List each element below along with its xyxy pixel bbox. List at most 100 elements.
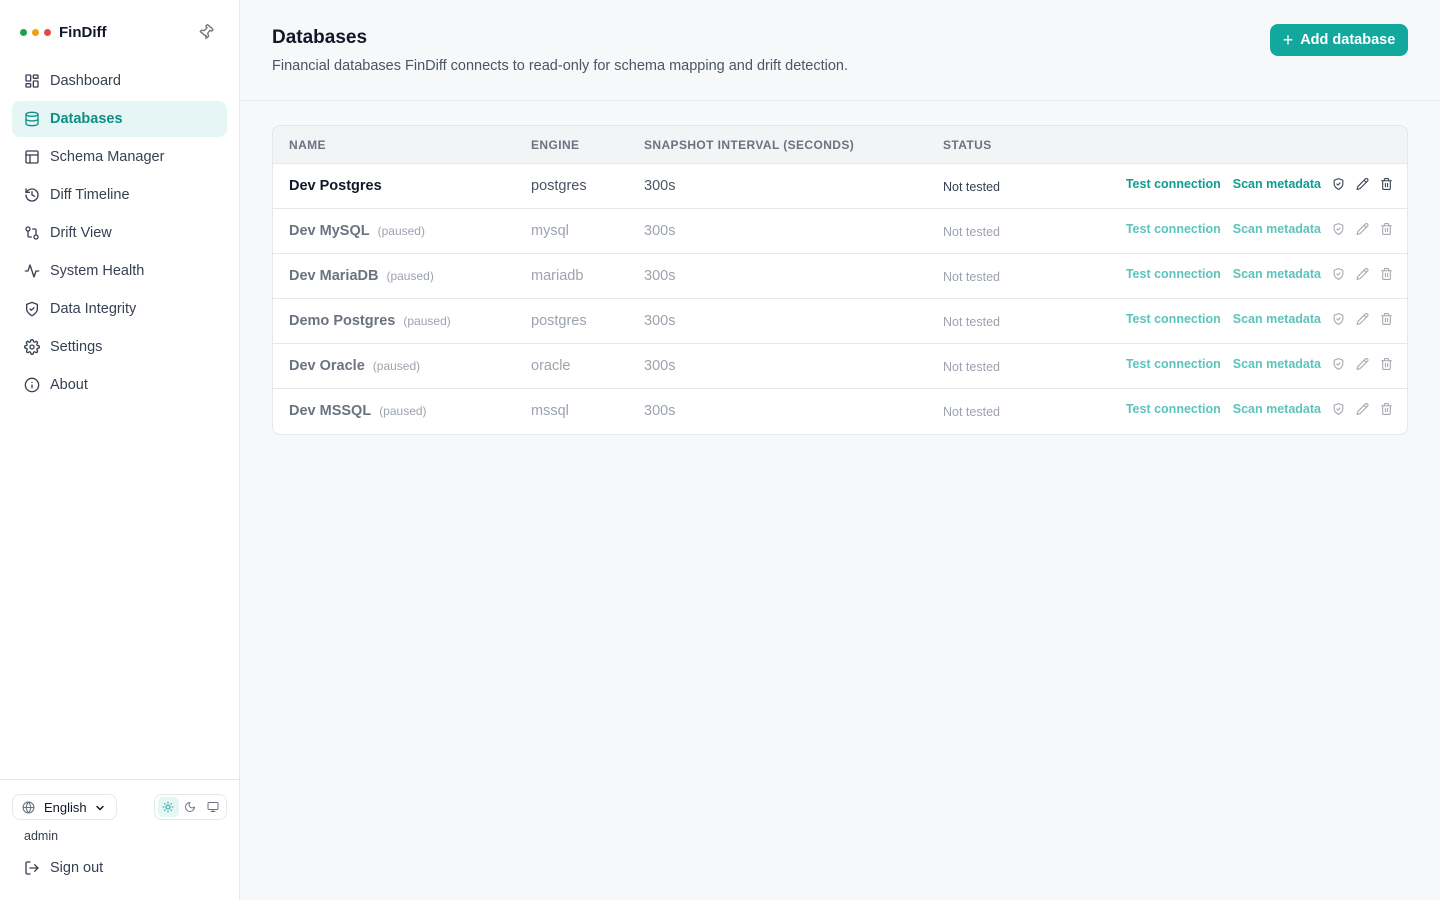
sidebar-item-system-health[interactable]: System Health <box>12 253 227 289</box>
scan-metadata-link[interactable]: Scan metadata <box>1233 312 1321 326</box>
sign-out-button[interactable]: Sign out <box>24 860 103 876</box>
sidebar-item-databases[interactable]: Databases <box>12 101 227 137</box>
sidebar-item-settings[interactable]: Settings <box>12 329 227 365</box>
trash-icon[interactable] <box>1379 311 1393 327</box>
scan-metadata-link[interactable]: Scan metadata <box>1233 267 1321 281</box>
edit-icon[interactable] <box>1355 401 1369 417</box>
test-connection-link[interactable]: Test connection <box>1126 357 1221 371</box>
shield-check-icon[interactable] <box>1331 356 1345 372</box>
shield-check-icon[interactable] <box>1331 311 1345 327</box>
column-header-name: NAME <box>289 138 326 152</box>
sidebar-item-label: System Health <box>50 263 145 279</box>
row-actions: Test connection Scan metadata <box>1114 176 1393 192</box>
sidebar-item-dashboard[interactable]: Dashboard <box>12 63 227 99</box>
sidebar-item-label: Drift View <box>50 225 112 241</box>
database-engine: oracle <box>531 358 571 374</box>
connection-status: Not tested <box>943 315 1000 329</box>
sidebar-item-label: Databases <box>50 111 123 127</box>
database-engine: postgres <box>531 178 587 194</box>
database-engine: mariadb <box>531 268 584 284</box>
test-connection-link[interactable]: Test connection <box>1126 402 1221 416</box>
table-icon <box>24 149 40 165</box>
globe-icon <box>22 801 35 813</box>
edit-icon[interactable] <box>1355 356 1369 372</box>
test-connection-link[interactable]: Test connection <box>1126 312 1221 326</box>
edit-icon[interactable] <box>1355 311 1369 327</box>
theme-system-button[interactable] <box>202 797 223 817</box>
sidebar-item-label: Data Integrity <box>50 301 137 317</box>
moon-icon <box>185 802 196 812</box>
language-select[interactable]: English <box>12 794 117 820</box>
paused-badge: (paused) <box>403 314 451 328</box>
sidebar-item-data-integrity[interactable]: Data Integrity <box>12 291 227 327</box>
test-connection-link[interactable]: Test connection <box>1126 177 1221 191</box>
sun-icon <box>162 801 174 813</box>
sidebar-item-diff-timeline[interactable]: Diff Timeline <box>12 177 227 213</box>
databases-table: NAME ENGINE SNAPSHOT INTERVAL (SECONDS) … <box>272 125 1408 435</box>
theme-light-button[interactable] <box>157 797 179 817</box>
trash-icon[interactable] <box>1379 221 1393 237</box>
scan-metadata-link[interactable]: Scan metadata <box>1233 177 1321 191</box>
database-name-text: Dev MariaDB <box>289 268 379 284</box>
database-name-text: Dev Oracle <box>289 358 365 374</box>
row-actions: Test connection Scan metadata <box>1114 356 1393 372</box>
theme-toggle <box>154 794 227 820</box>
scan-metadata-link[interactable]: Scan metadata <box>1233 222 1321 236</box>
table-row: Dev MySQL (paused) mysql 300s Not tested … <box>273 209 1407 254</box>
sidebar-item-about[interactable]: About <box>12 367 227 403</box>
sidebar-item-label: Schema Manager <box>50 149 165 165</box>
app-name: FinDiff <box>59 23 107 41</box>
shield-check-icon[interactable] <box>1331 221 1345 237</box>
snapshot-interval: 300s <box>644 178 676 194</box>
edit-icon[interactable] <box>1355 221 1369 237</box>
database-name-text: Dev Postgres <box>289 178 382 194</box>
add-database-button[interactable]: + Add database <box>1270 24 1408 56</box>
shield-check-icon[interactable] <box>1331 266 1345 282</box>
sidebar-item-schema-manager[interactable]: Schema Manager <box>12 139 227 175</box>
column-header-engine: ENGINE <box>531 138 580 152</box>
page-title: Databases <box>272 27 368 48</box>
pin-sidebar-button[interactable] <box>196 22 216 42</box>
window-dot-green <box>20 28 27 36</box>
table-row: Dev Postgres postgres 300s Not tested Te… <box>273 164 1407 209</box>
table-row: Demo Postgres (paused) postgres 300s Not … <box>273 299 1407 344</box>
gear-icon <box>24 339 40 355</box>
column-header-status: STATUS <box>943 138 992 152</box>
edit-icon[interactable] <box>1355 266 1369 282</box>
window-dot-red <box>44 28 51 36</box>
snapshot-interval: 300s <box>644 313 676 329</box>
test-connection-link[interactable]: Test connection <box>1126 222 1221 236</box>
database-name: Dev MSSQL (paused) <box>289 403 427 419</box>
sidebar-nav: Dashboard Databases Schema Manager Diff … <box>12 63 227 405</box>
snapshot-interval: 300s <box>644 268 676 284</box>
edit-icon[interactable] <box>1355 176 1369 192</box>
theme-dark-button[interactable] <box>180 797 201 817</box>
scan-metadata-link[interactable]: Scan metadata <box>1233 402 1321 416</box>
brand: FinDiff <box>20 20 106 44</box>
shield-icon <box>24 301 40 317</box>
trash-icon[interactable] <box>1379 356 1393 372</box>
snapshot-interval: 300s <box>644 403 676 419</box>
info-icon <box>24 377 40 393</box>
shield-check-icon[interactable] <box>1331 176 1345 192</box>
shield-check-icon[interactable] <box>1331 401 1345 417</box>
git-compare-icon <box>24 225 40 241</box>
database-name: Demo Postgres (paused) <box>289 313 451 329</box>
scan-metadata-link[interactable]: Scan metadata <box>1233 357 1321 371</box>
add-database-label: Add database <box>1300 32 1396 48</box>
database-icon <box>24 111 40 127</box>
row-actions: Test connection Scan metadata <box>1114 221 1393 237</box>
paused-badge: (paused) <box>377 224 425 238</box>
connection-status: Not tested <box>943 360 1000 374</box>
window-dot-orange <box>32 28 39 36</box>
trash-icon[interactable] <box>1379 176 1393 192</box>
test-connection-link[interactable]: Test connection <box>1126 267 1221 281</box>
database-engine: mysql <box>531 223 569 239</box>
trash-icon[interactable] <box>1379 266 1393 282</box>
trash-icon[interactable] <box>1379 401 1393 417</box>
sidebar-item-drift-view[interactable]: Drift View <box>12 215 227 251</box>
log-out-icon <box>24 860 40 876</box>
table-row: Dev MSSQL (paused) mssql 300s Not tested … <box>273 389 1407 434</box>
sidebar-item-label: Diff Timeline <box>50 187 130 203</box>
sidebar-item-label: About <box>50 377 88 393</box>
